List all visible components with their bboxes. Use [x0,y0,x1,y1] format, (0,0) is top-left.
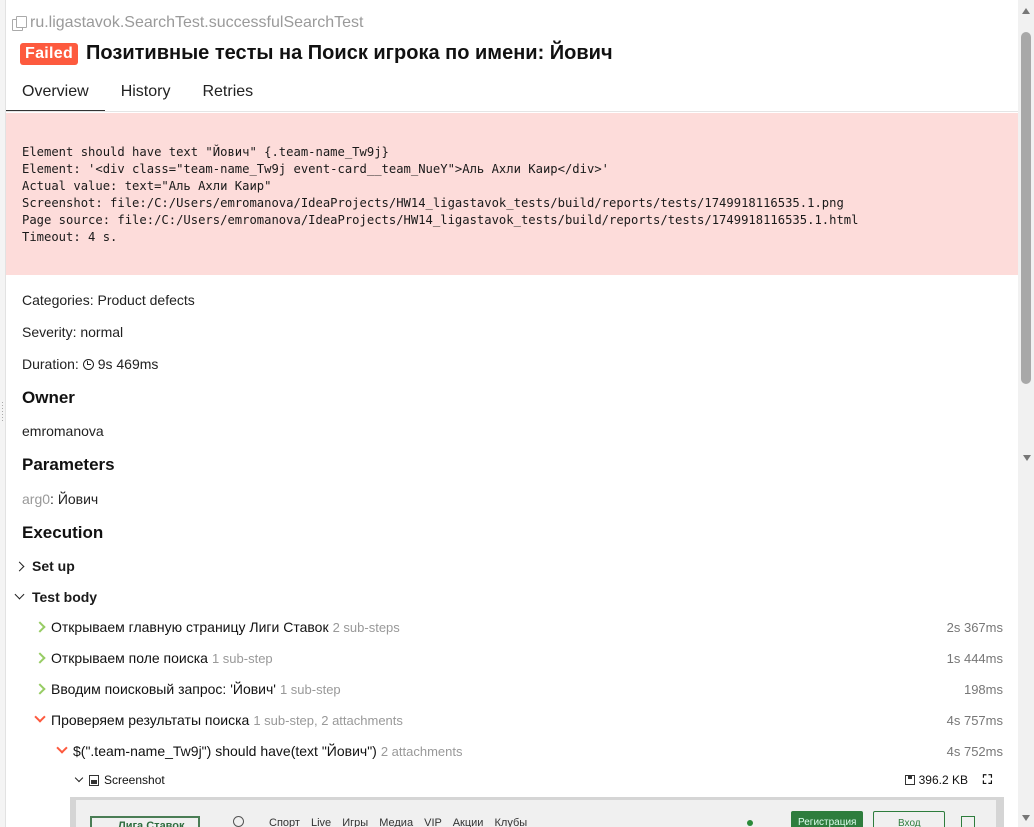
parameter-name: arg0 [22,491,51,507]
preview-login-button: Вход [873,811,945,827]
copy-icon[interactable] [12,16,27,31]
tab-overview[interactable]: Overview [6,76,105,112]
attachment-label: Screenshot [104,773,165,787]
step-failed-chevron-icon [34,711,46,723]
pane-resize-handle[interactable] [1,400,5,432]
screenshot-preview[interactable]: Лига Ставок Спорт Live Игры Медиа VIP Ак… [70,797,1004,827]
screenshot-image: Лига Ставок Спорт Live Игры Медиа VIP Ак… [76,800,996,827]
step-row[interactable]: Открываем главную страницу Лиги Ставок 2… [34,617,1018,637]
substep-attachments: 2 attachments [380,743,463,759]
step-label: Открываем поле поиска [51,650,208,666]
step-row[interactable]: Проверяем результаты поиска 1 sub-step, … [34,710,1018,730]
page-title: Позитивные тесты на Поиск игрока по имен… [86,42,613,64]
step-row[interactable]: Открываем поле поиска 1 sub-step 1s 444m… [34,648,1018,668]
step-substeps: 1 sub-step [279,681,341,697]
chevron-right-icon [14,561,25,571]
test-result-panel: ru.ligastavok.SearchTest.successfulSearc… [6,0,1018,827]
step-substeps: 2 sub-steps [332,619,400,635]
step-passed-chevron-icon [34,683,46,695]
test-body-toggle[interactable]: Test body [14,589,98,605]
severity-label: Severity: [22,324,77,340]
severity-row: Severity: normal [22,324,123,340]
step-label: Вводим поисковый запрос: 'Йович' [51,681,276,697]
substep-label: $(".team-name_Tw9j") should have(text "Й… [73,743,377,759]
substep-duration: 4s 752ms [946,743,1003,759]
categories-label: Categories: [22,292,94,308]
preview-grid-icon [961,816,975,827]
duration-value: 9s 469ms [97,356,159,372]
attachment-row[interactable]: Screenshot 396.2 KB ⛶ [74,770,1006,790]
step-passed-chevron-icon [34,652,46,664]
step-substeps: 1 sub-step [211,650,273,666]
preview-search-icon [233,816,244,827]
attachment-size-text: 396.2 KB [918,773,968,787]
step-label: Открываем главную страницу Лиги Ставок [51,619,329,635]
scroll-up-arrow-icon[interactable] [1022,8,1030,14]
step-passed-chevron-icon [34,621,46,633]
step-label: Проверяем результаты поиска [51,712,250,728]
duration-label: Duration: [22,356,79,372]
preview-nav: Спорт Live Игры Медиа VIP Акции Клубы [269,817,528,827]
title-row: Failed Позитивные тесты на Поиск игрока … [20,42,613,65]
step-failed-chevron-icon [56,742,68,754]
chevron-down-icon [74,773,84,783]
error-message-box: Element should have text "Йович" {.team-… [6,113,1018,275]
test-full-name-text: ru.ligastavok.SearchTest.successfulSearc… [30,14,364,31]
step-row[interactable]: Вводим поисковый запрос: 'Йович' 1 sub-s… [34,679,1018,699]
vertical-scrollbar[interactable] [1018,0,1034,827]
error-message: Element should have text "Йович" {.team-… [22,145,859,244]
tab-retries[interactable]: Retries [186,76,269,112]
preview-register-button: Регистрация [791,811,863,827]
tab-history[interactable]: History [105,76,187,112]
step-duration: 2s 367ms [946,619,1003,635]
preview-logo: Лига Ставок [90,816,200,827]
duration-row: Duration: 9s 469ms [22,356,158,372]
image-icon [89,774,99,786]
scroll-down-arrow-icon[interactable] [1022,815,1030,821]
tab-divider [6,111,1018,112]
floppy-disk-icon [904,775,915,785]
attachment-size: 396.2 KB [904,773,968,787]
expand-icon[interactable]: ⛶ [983,772,992,788]
owner-heading: Owner [22,388,75,407]
setup-toggle[interactable]: Set up [14,558,75,574]
test-full-name[interactable]: ru.ligastavok.SearchTest.successfulSearc… [12,14,363,32]
step-duration: 198ms [963,681,1003,697]
parameter-row: arg0: Йович [22,491,99,507]
status-badge: Failed [20,42,79,65]
clock-icon [82,359,94,370]
test-body-label: Test body [32,589,98,605]
preview-status-dot [747,820,753,826]
owner-value: emromanova [22,423,104,439]
categories-row: Categories: Product defects [22,292,195,308]
parameters-heading: Parameters [22,455,115,474]
setup-label: Set up [32,558,75,574]
categories-value: Product defects [97,292,195,308]
step-duration: 4s 757ms [946,712,1003,728]
tabs: Overview History Retries [6,76,1018,112]
scroll-down-arrow-icon[interactable] [1023,455,1031,461]
severity-value: normal [80,324,124,340]
step-substeps: 1 sub-step, 2 attachments [253,712,403,728]
substep-row[interactable]: $(".team-name_Tw9j") should have(text "Й… [56,741,1018,761]
execution-heading: Execution [22,523,104,542]
step-duration: 1s 444ms [946,650,1003,666]
chevron-down-icon [14,589,25,599]
parameter-value: Йович [57,491,99,507]
scrollbar-thumb[interactable] [1021,32,1031,384]
